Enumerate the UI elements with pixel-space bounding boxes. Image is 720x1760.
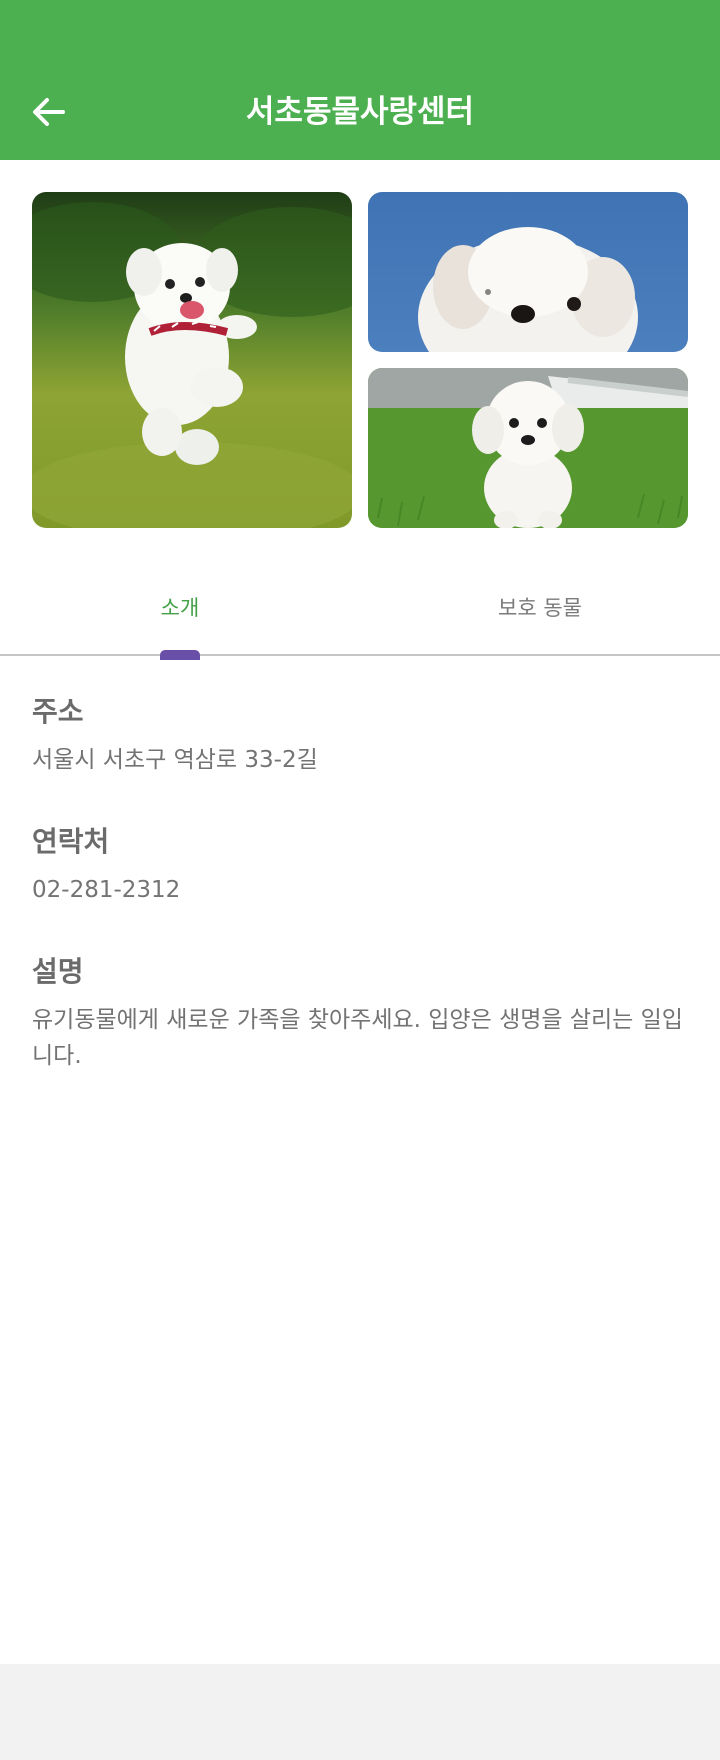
tab-bar: 소개 보호 동물	[0, 560, 720, 656]
shelter-photo-main[interactable]	[32, 192, 352, 528]
contact-title: 연락처	[32, 825, 110, 858]
address-title: 주소	[32, 695, 84, 728]
contact-value: 02-281-2312	[32, 877, 181, 903]
tab-indicator	[160, 650, 200, 660]
address-value: 서울시 서초구 역삼로 33-2길	[32, 747, 318, 773]
tab-divider	[0, 654, 720, 656]
tab-intro[interactable]: 소개	[0, 560, 360, 656]
tab-protected-animals[interactable]: 보호 동물	[360, 560, 720, 656]
shelter-photo-3[interactable]	[368, 368, 688, 528]
page-title: 서초동물사랑센터	[245, 94, 475, 130]
shelter-detail-screen: 서초동물사랑센터 소개 보호 동물 주소 서울시 서초구 역삼로 33-2길 연…	[0, 0, 720, 1664]
shelter-photo-2[interactable]	[368, 192, 688, 352]
description-value: 유기동물에게 새로운 가족을 찾아주세요. 입양은 생명을 살리는 일입니다.	[32, 1007, 683, 1069]
description-title: 설명	[32, 955, 84, 988]
app-bar: 서초동물사랑센터	[0, 0, 720, 160]
